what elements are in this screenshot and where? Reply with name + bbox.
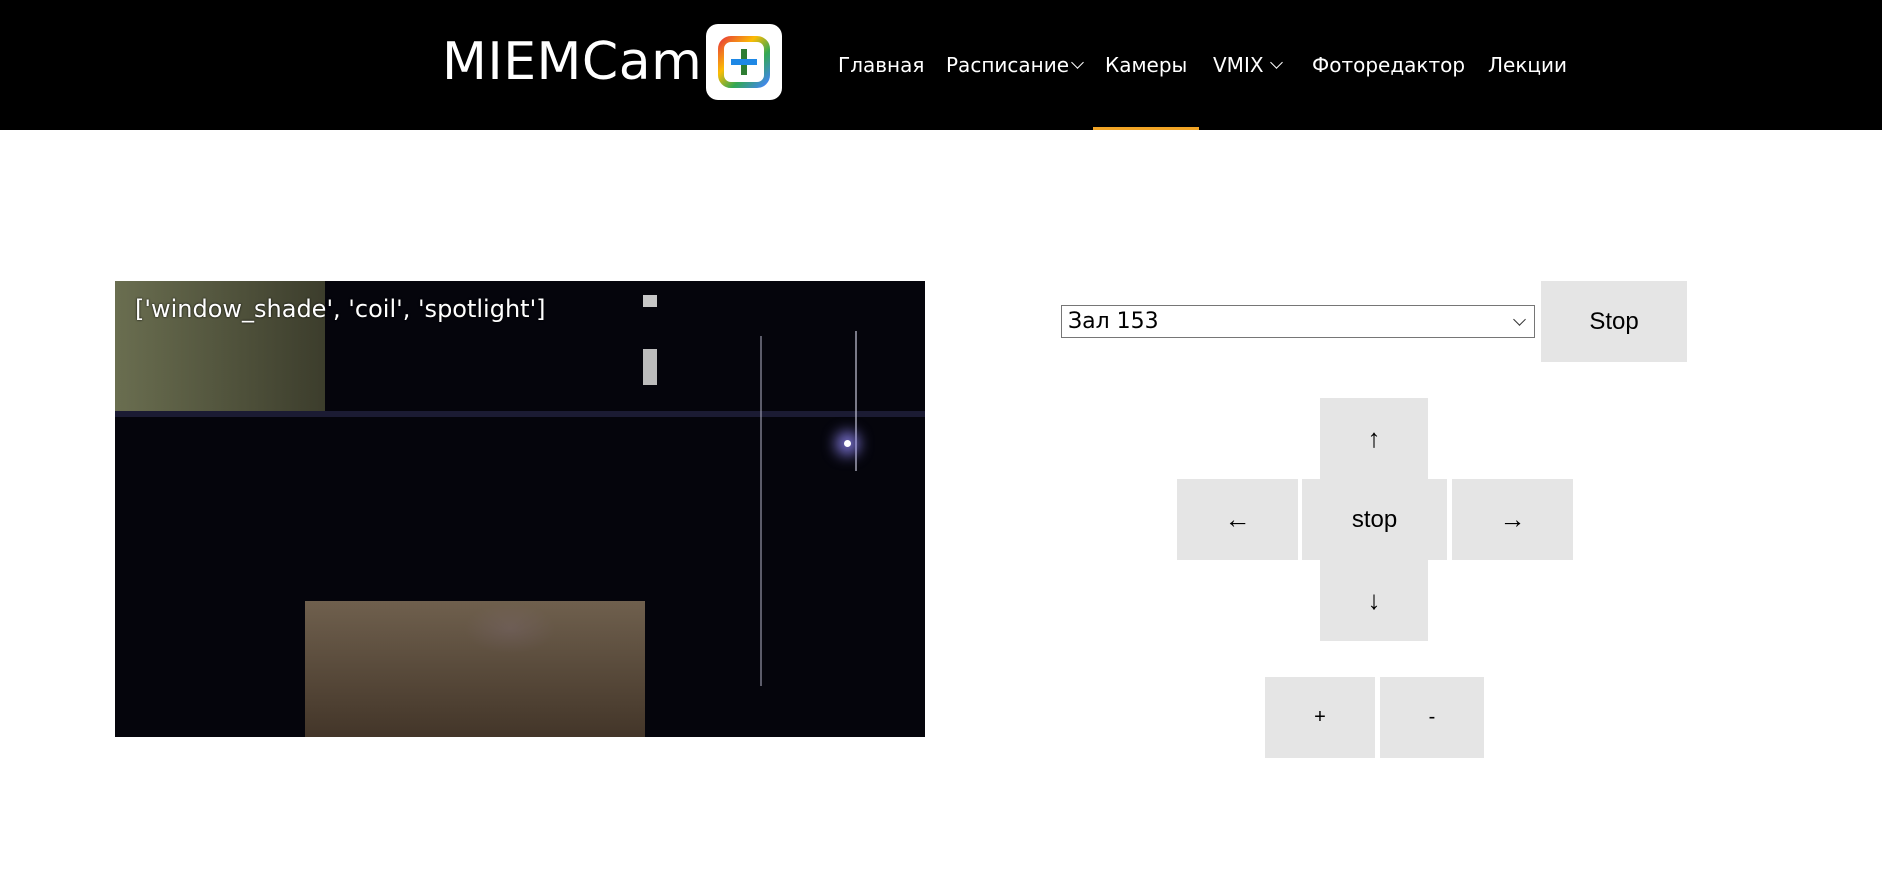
zoom-in-button[interactable]: + [1265,677,1375,758]
video-scene-spotlight [844,440,851,447]
stop-stream-button[interactable]: Stop [1541,281,1687,362]
nav-label: Расписание [946,53,1070,77]
pan-right-button[interactable]: → [1452,479,1573,560]
camera-select-value: Зал 153 [1068,309,1159,334]
video-scene-window [643,349,657,385]
detection-labels: ['window_shade', 'coil', 'spotlight'] [135,295,546,323]
pan-left-button[interactable]: ← [1177,479,1298,560]
camera-video-stream: ['window_shade', 'coil', 'spotlight'] [115,281,925,737]
pan-up-button[interactable]: ↑ [1320,398,1428,479]
nav-label: Главная [838,53,925,77]
video-scene-rail [855,331,857,471]
video-scene-benches [305,601,645,737]
nav-item-home[interactable]: Главная [838,0,924,130]
video-scene-rail [760,336,762,686]
pan-stop-button[interactable]: stop [1302,479,1447,560]
chevron-down-icon [1513,313,1526,326]
video-scene-tier [115,411,925,417]
top-navbar: MIEMCam Главная Расписание Камеры VMIX Ф… [0,0,1882,130]
brand-name: MIEMCam [442,32,703,92]
nav-label: VMIX [1213,53,1264,77]
nav-label: Фоторедактор [1312,53,1466,77]
nav-item-lectures[interactable]: Лекции [1488,0,1567,130]
video-scene-window [643,295,657,307]
nav-item-photo-editor[interactable]: Фоторедактор [1312,0,1465,130]
plus-logo-icon [706,24,782,100]
zoom-out-button[interactable]: - [1380,677,1484,758]
chevron-down-icon [1071,56,1084,69]
nav-label: Лекции [1488,53,1568,77]
camera-select[interactable]: Зал 153 [1061,305,1535,338]
pan-down-button[interactable]: ↓ [1320,560,1428,641]
chevron-down-icon [1269,56,1283,69]
brand[interactable]: MIEMCam [442,24,782,100]
nav-item-cameras[interactable]: Камеры [1092,0,1200,130]
nav-label: Камеры [1105,53,1188,77]
nav-item-vmix[interactable]: VMIX [1213,0,1283,130]
nav-item-schedule[interactable]: Расписание [946,0,1084,130]
